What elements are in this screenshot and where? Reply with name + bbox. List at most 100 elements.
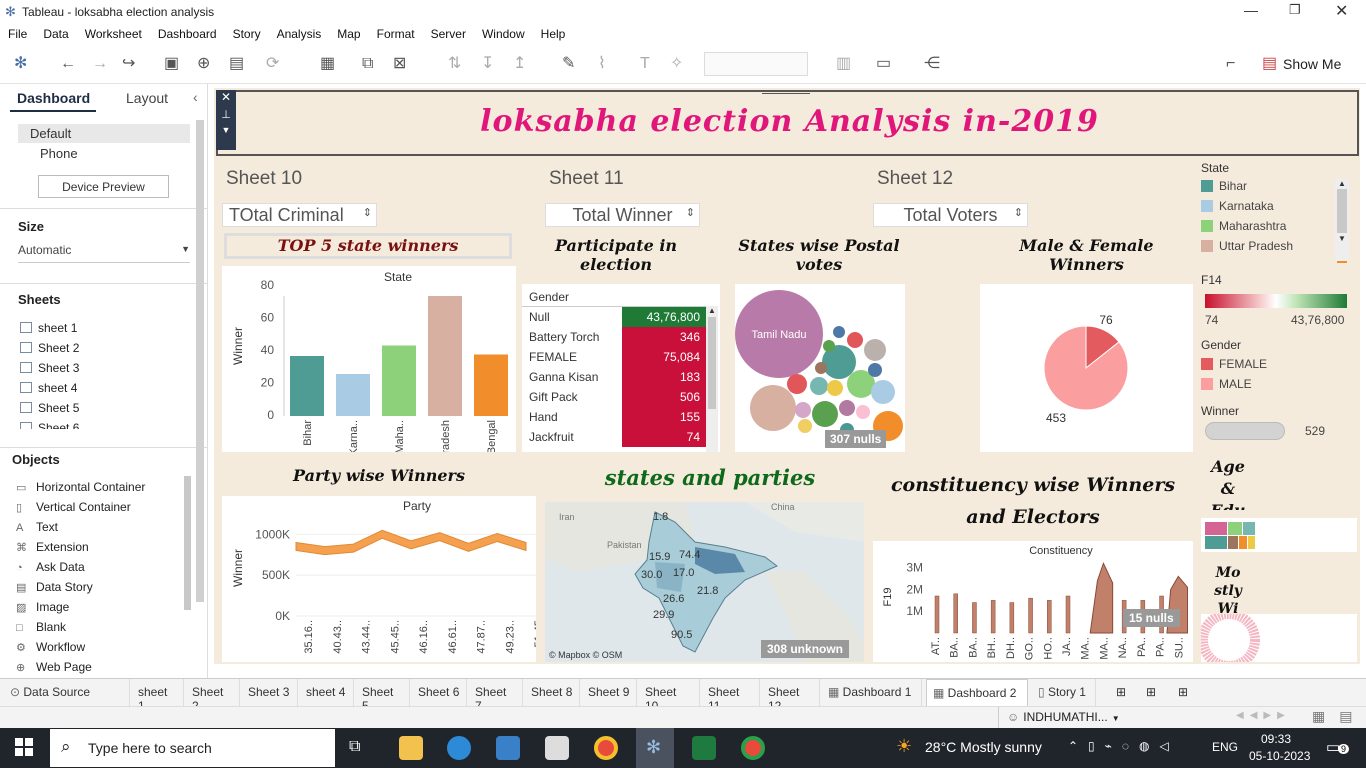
tab-layout[interactable]: Layout [126, 90, 168, 106]
highlight-icon[interactable]: ✎ [562, 55, 575, 73]
sheet-item[interactable]: sheet 4 [20, 381, 190, 401]
legend-item[interactable]: Bihar [1201, 179, 1343, 199]
remove-icon[interactable]: ✕ [216, 90, 236, 104]
menu-server[interactable]: Server [423, 24, 474, 41]
table-row[interactable]: FEMALE 75,084 [522, 347, 706, 367]
new-story-tab-icon[interactable]: ⊞ [1172, 679, 1200, 706]
chrome-icon[interactable] [594, 736, 618, 760]
labels-icon[interactable]: T [640, 55, 650, 73]
menu-format[interactable]: Format [369, 24, 423, 41]
scroll-down-icon[interactable]: ▼ [1335, 234, 1349, 243]
task-view-icon[interactable]: ⧉ [349, 738, 360, 756]
clock-date[interactable]: 05-10-2023 [1249, 749, 1310, 763]
close-window-button[interactable]: ✕ [1335, 1, 1348, 21]
sheet-item[interactable]: Sheet 3 [20, 361, 190, 381]
legend-item[interactable]: Uttar Pradesh [1201, 239, 1343, 259]
clock-time[interactable]: 09:33 [1261, 732, 1291, 746]
constituency-area-chart[interactable]: Constituency F19 3M 2M 1M AT.. BA.. BA.. BH..… [873, 541, 1193, 662]
tab-sheet-1[interactable]: sheet 1 [132, 679, 184, 713]
india-map[interactable]: Iran Pakistan China 1.8 15.9 74.4 30.0 1… [545, 502, 864, 662]
tab-sheet-10[interactable]: Sheet 10 [639, 679, 700, 713]
menu-map[interactable]: Map [329, 24, 368, 41]
bubble[interactable] [827, 380, 843, 396]
excel-icon[interactable] [692, 736, 716, 760]
file-explorer-icon[interactable] [399, 736, 423, 760]
postal-bubble-chart[interactable]: Tamil Nadu 307 nulls [735, 284, 905, 452]
pin-container-icon[interactable]: ⊥ [216, 108, 236, 121]
drag-handle[interactable] [762, 91, 810, 101]
minimize-button[interactable]: — [1244, 2, 1258, 18]
mostly-winners-chart[interactable] [1201, 614, 1357, 662]
tab-sheet-5[interactable]: Sheet 5 [356, 679, 410, 713]
object-data-story[interactable]: ▤ Data Story [16, 580, 182, 600]
treemap-cell[interactable] [1228, 536, 1238, 549]
show-cards-icon[interactable]: ▥ [836, 55, 851, 73]
legend-item[interactable]: Maharashtra [1201, 219, 1343, 239]
sheet-item[interactable]: Sheet 2 [20, 341, 190, 361]
tableau-home-icon[interactable]: ✻ [14, 55, 27, 73]
panel-scrollbar[interactable] [196, 120, 204, 602]
bubble[interactable] [871, 380, 895, 404]
user-menu[interactable]: ☺ INDHUMATHI... ▼ [998, 707, 1124, 728]
device-preview-button[interactable]: Device Preview [38, 175, 169, 198]
object-web-page[interactable]: ⊕ Web Page [16, 660, 182, 680]
sort-ascending-icon[interactable]: ↧ [481, 55, 494, 73]
object-blank[interactable]: □ Blank [16, 620, 182, 640]
table-row[interactable]: Battery Torch 346 [522, 327, 706, 347]
bubble[interactable] [750, 385, 796, 431]
tab-dashboard-2[interactable]: ▦ Dashboard 2 [926, 679, 1028, 706]
tab-sheet-7[interactable]: Sheet 7 [469, 679, 523, 713]
bubble[interactable] [798, 419, 812, 433]
new-datasource-icon[interactable]: ⊕ [197, 55, 210, 73]
weather-text[interactable]: 28°C Mostly sunny [925, 739, 1042, 755]
tab-sheet-9[interactable]: Sheet 9 [582, 679, 637, 706]
object-horizontal-container[interactable]: ▭ Horizontal Container [16, 480, 182, 500]
share-icon[interactable]: ⋲ [924, 55, 940, 73]
menu-worksheet[interactable]: Worksheet [77, 24, 150, 41]
object-vertical-container[interactable]: ▯ Vertical Container [16, 500, 182, 520]
table-row[interactable]: Ganna Kisan 183 [522, 367, 706, 387]
india-shape[interactable] [634, 511, 778, 653]
scroll-up-icon[interactable]: ▲ [706, 306, 718, 315]
show-me-icon[interactable]: ▤ [1262, 55, 1277, 73]
windows-start-icon[interactable] [15, 738, 33, 756]
constituency-nulls-badge[interactable]: 15 nulls [1123, 609, 1180, 627]
map-unknown-badge[interactable]: 308 unknown [761, 640, 850, 658]
bubble[interactable] [847, 332, 863, 348]
object-ask-data[interactable]: ◔ Ask Data [16, 560, 182, 580]
device-phone[interactable]: Phone [40, 146, 78, 161]
gender-pie-chart[interactable]: 76 453 [980, 284, 1193, 452]
new-worksheet-tab-icon[interactable]: ⊞ [1110, 679, 1138, 706]
treemap-cell[interactable] [1228, 522, 1242, 535]
new-worksheet-icon[interactable]: ▦ [320, 55, 335, 73]
area-spike[interactable] [1009, 602, 1015, 634]
bubble[interactable] [833, 326, 845, 338]
sheet-item[interactable]: Sheet 6 [20, 421, 190, 429]
treemap-cell[interactable] [1205, 522, 1227, 535]
circle-ring[interactable] [1201, 614, 1260, 662]
taskbar-search[interactable]: ⌕ Type here to search [50, 729, 335, 767]
bubble[interactable] [787, 374, 807, 394]
chrome-profile-icon[interactable] [741, 736, 765, 760]
bubble[interactable] [839, 400, 855, 416]
bar[interactable] [382, 345, 416, 417]
legend-scrollbar[interactable]: ▲ ▼ [1335, 179, 1349, 261]
format-painter-icon[interactable]: ⌐ [1226, 55, 1235, 73]
store-icon[interactable] [496, 736, 520, 760]
tab-sheet-11[interactable]: Sheet 11 [702, 679, 760, 713]
more-options-icon[interactable]: ▼ [216, 125, 236, 135]
restore-button[interactable]: ❐ [1289, 2, 1301, 18]
group-icon[interactable]: ⌇ [598, 55, 606, 73]
tab-sheet-4[interactable]: sheet 4 [300, 679, 354, 706]
object-image[interactable]: ▨ Image [16, 600, 182, 620]
mail-icon[interactable] [545, 736, 569, 760]
area-spike[interactable] [1047, 600, 1052, 634]
refresh-icon[interactable]: ⟳ [266, 55, 279, 73]
replay-icon[interactable]: ↪ [122, 55, 135, 73]
input-language[interactable]: ENG [1212, 740, 1238, 754]
area-spike[interactable] [953, 593, 958, 634]
total-voters-dropdown[interactable]: Total Voters ⇕ [873, 203, 1028, 227]
scroll-thumb[interactable] [708, 317, 716, 409]
bar[interactable] [474, 354, 508, 417]
total-winner-dropdown[interactable]: Total Winner ⇕ [545, 203, 700, 227]
